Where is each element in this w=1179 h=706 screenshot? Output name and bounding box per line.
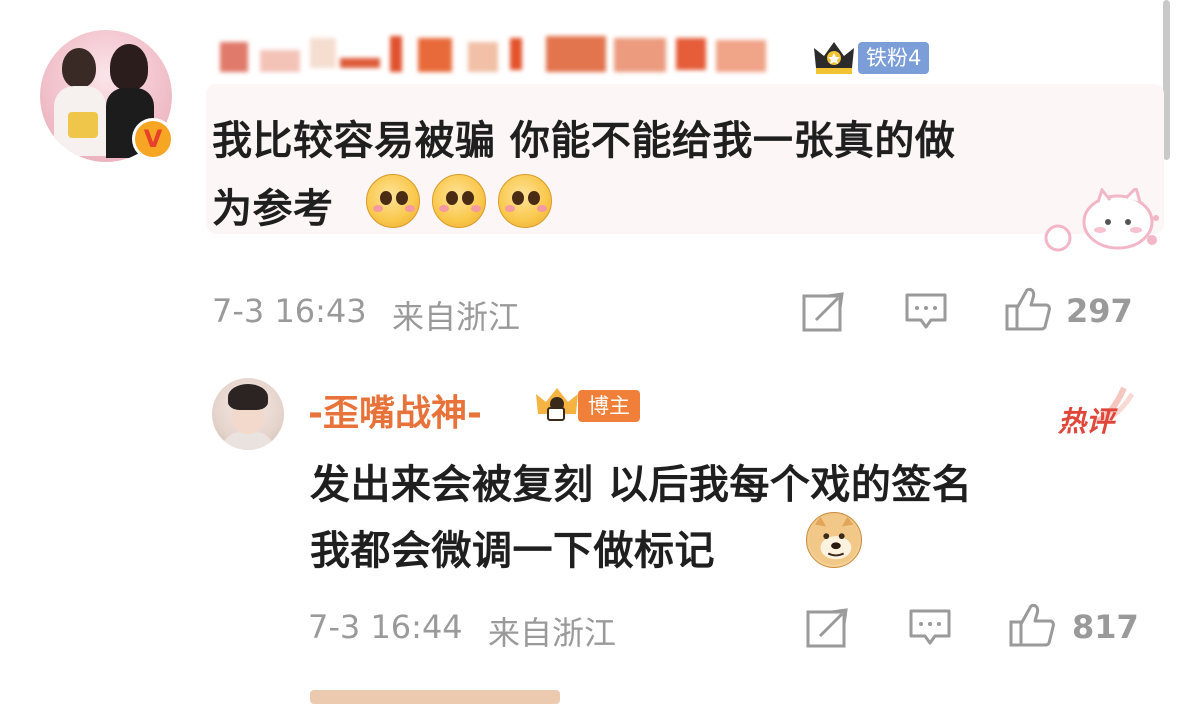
reply-like-icon[interactable] — [1008, 602, 1056, 648]
reply-author-name[interactable]: -歪嘴战神- — [308, 384, 482, 436]
reply-like-count: 817 — [1072, 608, 1139, 646]
repost-icon[interactable] — [802, 292, 844, 332]
reply-text-line1: 发出来会被复刻 以后我每个戏的签名 — [310, 462, 973, 508]
bunny-sticker-icon — [1044, 188, 1159, 252]
pleading-face-icon — [498, 174, 552, 228]
reply-time: 7-3 16:44 — [308, 608, 463, 646]
reply-text-line2: 我都会微调一下做标记 — [310, 528, 715, 574]
hot-comment-label: 热评 — [1058, 405, 1115, 438]
pleading-face-icon — [366, 174, 420, 228]
fan-level-badge: 铁粉4 — [858, 42, 930, 74]
reply-author-avatar[interactable] — [212, 378, 284, 450]
commenter-name-blurred[interactable] — [210, 32, 806, 78]
comment-icon[interactable] — [904, 292, 948, 332]
reply-comment-icon[interactable] — [908, 608, 952, 648]
more-replies-link-cutoff[interactable] — [310, 682, 570, 706]
author-badge: 博主 — [578, 390, 640, 422]
comment-time: 7-3 16:43 — [212, 292, 367, 330]
scrollbar[interactable] — [1163, 0, 1170, 160]
comment-text-line2: 为参考 — [212, 186, 334, 232]
verified-badge: V — [132, 118, 174, 160]
doge-icon — [806, 512, 862, 568]
reply-location: 来自浙江 — [488, 614, 617, 652]
reply-repost-icon[interactable] — [806, 608, 848, 648]
comment-text-line1: 我比较容易被骗 你能不能给我一张真的做 — [212, 118, 956, 164]
comment-location: 来自浙江 — [392, 298, 521, 336]
like-count: 297 — [1066, 292, 1133, 330]
like-icon[interactable] — [1004, 286, 1052, 332]
blogger-crown-icon — [536, 388, 578, 421]
crown-icon — [814, 42, 854, 74]
pleading-face-icon — [432, 174, 486, 228]
